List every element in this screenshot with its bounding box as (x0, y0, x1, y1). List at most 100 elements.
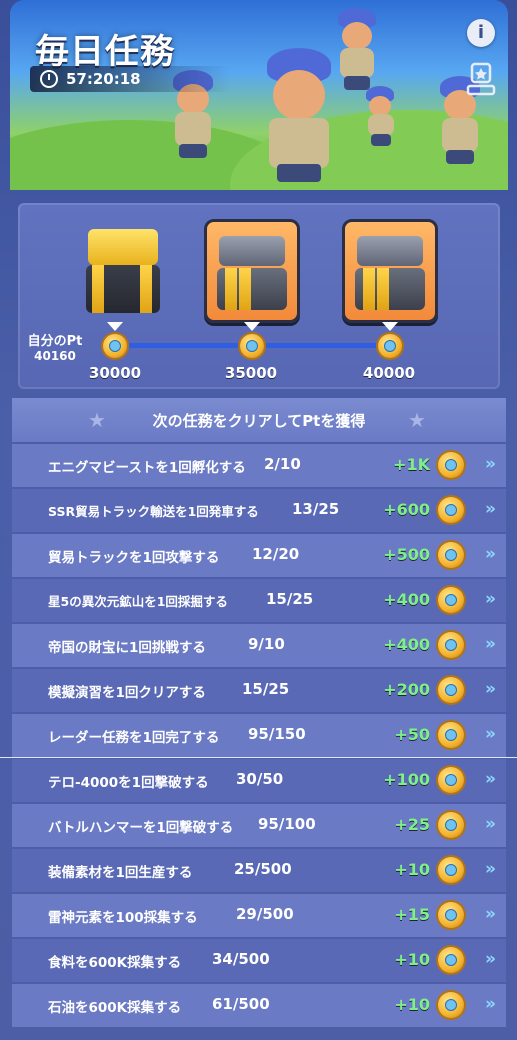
pointer-arrow (244, 322, 260, 331)
steel-chest-icon[interactable] (342, 219, 438, 323)
task-name: テロ-4000を1回撃破する (48, 775, 209, 791)
go-arrow-icon[interactable]: » (485, 589, 496, 609)
task-row[interactable]: 石油を600K採集する 61/500 +10 » (12, 984, 506, 1027)
task-points: +50 (394, 725, 430, 744)
tier-points: 40000 (362, 364, 416, 382)
task-name: 星5の異次元鉱山を1回採掘する (48, 594, 228, 609)
divider-line (0, 757, 517, 758)
own-points: 自分のPt 40160 (22, 330, 88, 363)
task-name: SSR貿易トラック輸送を1回発車する (48, 504, 259, 519)
task-list-header-text: 次の任務をクリアしてPtを獲得 (152, 412, 366, 430)
points-coin-icon (438, 857, 464, 883)
task-row[interactable]: 帝国の財宝に1回挑戦する 9/10 +400 » (12, 624, 506, 667)
task-progress: 9/10 (248, 635, 285, 653)
steel-chest-icon[interactable] (204, 219, 300, 323)
daily-tasks-screen: 毎日任務 57:20:18 i 自分のPt 40160 30000 35000 … (0, 0, 517, 1040)
points-coin-icon (438, 677, 464, 703)
go-arrow-icon[interactable]: » (485, 634, 496, 654)
task-row[interactable]: レーダー任務を1回完了する 95/150 +50 » (12, 714, 506, 757)
go-arrow-icon[interactable]: » (485, 499, 496, 519)
soldier-illustration (360, 84, 404, 150)
points-coin-icon (378, 334, 402, 358)
task-points: +10 (394, 995, 430, 1014)
star-icon: ★ (88, 408, 106, 432)
points-coin-icon (438, 542, 464, 568)
go-arrow-icon[interactable]: » (485, 859, 496, 879)
task-points: +1K (393, 455, 430, 474)
points-coin-icon (438, 497, 464, 523)
task-row[interactable]: バトルハンマーを1回撃破する 95/100 +25 » (12, 804, 506, 847)
task-row[interactable]: エニグマビーストを1回孵化する 2/10 +1K » (12, 444, 506, 487)
task-progress: 12/20 (252, 545, 300, 563)
gold-chest-icon[interactable] (80, 219, 176, 323)
task-row[interactable]: 貿易トラックを1回攻撃する 12/20 +500 » (12, 534, 506, 577)
task-list-header: 次の任務をクリアしてPtを獲得 (12, 398, 506, 442)
task-progress: 61/500 (212, 995, 270, 1013)
go-arrow-icon[interactable]: » (485, 724, 496, 744)
points-coin-icon (438, 992, 464, 1018)
go-arrow-icon[interactable]: » (485, 679, 496, 699)
task-progress: 29/500 (236, 905, 294, 923)
task-row[interactable]: 星5の異次元鉱山を1回採掘する 15/25 +400 » (12, 579, 506, 622)
go-arrow-icon[interactable]: » (485, 994, 496, 1014)
task-progress: 13/25 (292, 500, 340, 518)
task-points: +400 (383, 635, 430, 654)
task-name: 貿易トラックを1回攻撃する (48, 550, 220, 566)
task-progress: 25/500 (234, 860, 292, 878)
task-points: +500 (383, 545, 430, 564)
task-name: 帝国の財宝に1回挑戦する (48, 640, 206, 656)
points-coin-icon (240, 334, 264, 358)
task-progress: 30/50 (236, 770, 284, 788)
task-points: +200 (383, 680, 430, 699)
go-arrow-icon[interactable]: » (485, 769, 496, 789)
task-progress: 2/10 (264, 455, 301, 473)
countdown-timer: 57:20:18 (30, 66, 230, 92)
task-row[interactable]: SSR貿易トラック輸送を1回発車する 13/25 +600 » (12, 489, 506, 532)
points-coin-icon (438, 632, 464, 658)
trophy-icon[interactable] (463, 60, 499, 98)
go-arrow-icon[interactable]: » (485, 904, 496, 924)
task-name: エニグマビーストを1回孵化する (48, 460, 246, 476)
task-points: +100 (383, 770, 430, 789)
task-points: +25 (394, 815, 430, 834)
task-points: +600 (383, 500, 430, 519)
points-coin-icon (438, 452, 464, 478)
tier-points: 35000 (224, 364, 278, 382)
task-name: 雷神元素を100採集する (48, 910, 198, 926)
pointer-arrow (107, 322, 123, 331)
task-points: +10 (394, 860, 430, 879)
points-coin-icon (438, 947, 464, 973)
task-row[interactable]: 模擬演習を1回クリアする 15/25 +200 » (12, 669, 506, 712)
task-progress: 95/150 (248, 725, 306, 743)
points-coin-icon (103, 334, 127, 358)
task-name: レーダー任務を1回完了する (48, 730, 220, 746)
go-arrow-icon[interactable]: » (485, 949, 496, 969)
points-coin-icon (438, 902, 464, 928)
star-icon: ★ (408, 408, 426, 432)
points-coin-icon (438, 812, 464, 838)
tier-points: 30000 (88, 364, 142, 382)
points-coin-icon (438, 767, 464, 793)
task-name: 模擬演習を1回クリアする (48, 685, 206, 701)
info-icon[interactable]: i (467, 19, 495, 47)
task-points: +10 (394, 950, 430, 969)
task-points: +15 (394, 905, 430, 924)
task-progress: 15/25 (266, 590, 314, 608)
task-progress: 95/100 (258, 815, 316, 833)
task-name: 石油を600K採集する (48, 1000, 182, 1016)
task-name: 食料を600K採集する (48, 955, 182, 971)
task-progress: 34/500 (212, 950, 270, 968)
go-arrow-icon[interactable]: » (485, 454, 496, 474)
task-row[interactable]: 食料を600K採集する 34/500 +10 » (12, 939, 506, 982)
task-name: 装備素材を1回生産する (48, 865, 193, 881)
pointer-arrow (382, 322, 398, 331)
task-points: +400 (383, 590, 430, 609)
go-arrow-icon[interactable]: » (485, 544, 496, 564)
task-row[interactable]: テロ-4000を1回撃破する 30/50 +100 » (12, 759, 506, 802)
stopwatch-icon (40, 70, 58, 88)
task-row[interactable]: 雷神元素を100採集する 29/500 +15 » (12, 894, 506, 937)
go-arrow-icon[interactable]: » (485, 814, 496, 834)
task-row[interactable]: 装備素材を1回生産する 25/500 +10 » (12, 849, 506, 892)
points-coin-icon (438, 587, 464, 613)
own-points-value: 40160 (34, 349, 76, 363)
